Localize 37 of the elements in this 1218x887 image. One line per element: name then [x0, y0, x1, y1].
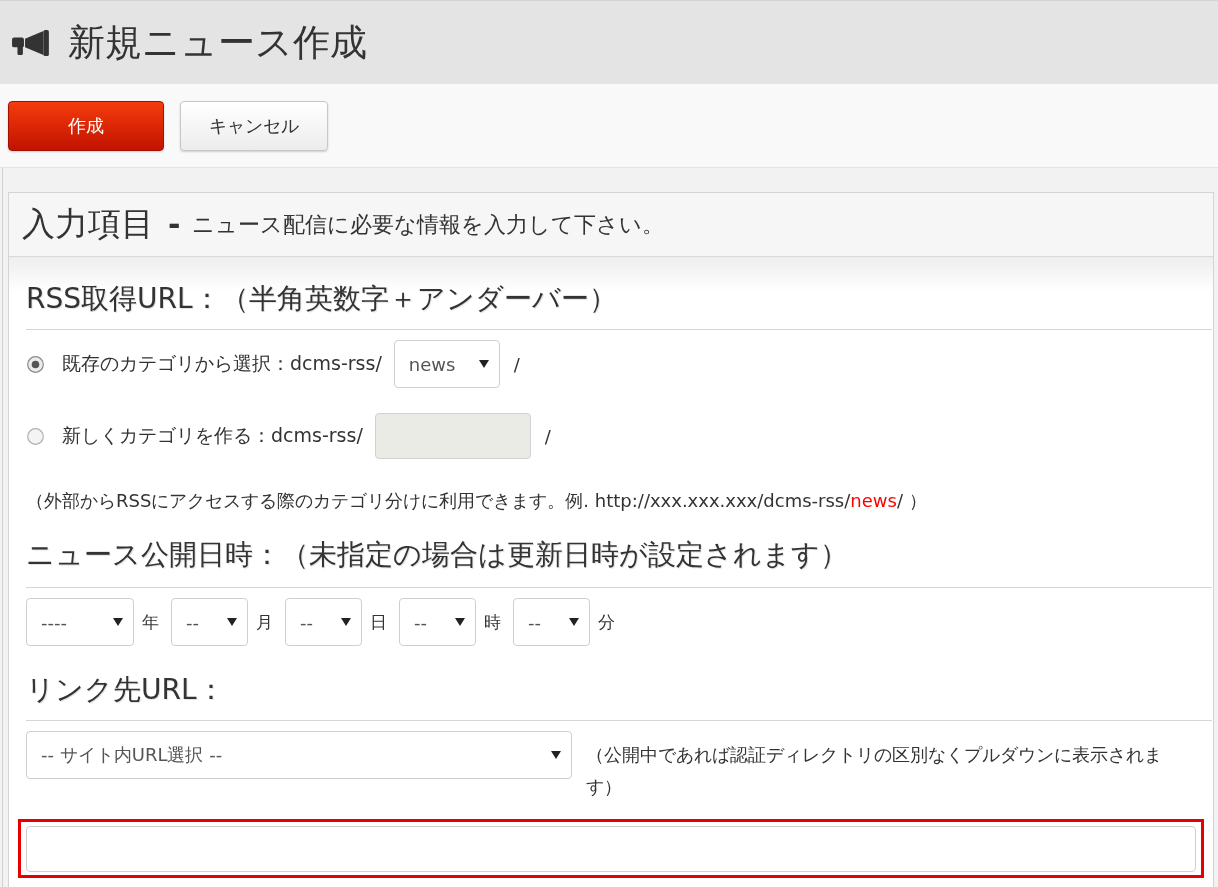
section-heading: ニュース公開日時：（未指定の場合は更新日時が設定されます）	[26, 513, 1212, 588]
create-button[interactable]: 作成	[8, 100, 164, 151]
caret-icon	[341, 618, 351, 626]
unit-label: 日	[370, 610, 387, 634]
radio-button[interactable]	[27, 355, 44, 373]
caret-icon	[113, 618, 123, 626]
url-input[interactable]	[26, 826, 1196, 872]
caret-icon	[455, 618, 465, 626]
section-heading: RSS取得URL：（半角英数字＋アンダーバー）	[26, 257, 1212, 330]
dropdown[interactable]: -- サイト内URL選択 --	[26, 731, 572, 779]
page-title: 新規ニュース作成	[68, 19, 367, 66]
caret-icon	[551, 751, 561, 759]
path-suffix: /	[513, 353, 520, 375]
dropdown[interactable]: --	[171, 598, 248, 646]
unit-label: 年	[142, 610, 159, 634]
title-separator: -	[168, 207, 181, 242]
section-heading: リンク先URL：	[26, 646, 1212, 721]
unit-label: 月	[256, 610, 273, 634]
caret-icon	[478, 360, 489, 368]
radio-label: 既存のカテゴリから選択：dcms-rss/	[62, 351, 382, 376]
dropdown[interactable]: ----	[26, 598, 134, 646]
dropdown[interactable]: --	[285, 598, 362, 646]
megaphone-icon	[12, 29, 50, 56]
path-suffix: /	[544, 425, 551, 447]
unit-label: 時	[484, 610, 501, 634]
dropdown[interactable]: --	[513, 598, 590, 646]
dropdown[interactable]: --	[399, 598, 476, 646]
caret-icon	[569, 618, 579, 626]
cancel-button[interactable]: キャンセル	[180, 100, 328, 151]
caret-icon	[227, 618, 237, 626]
help-text: （公開中であれば認証ディレクトリの区別なくプルダウンに表示されます）	[586, 743, 1163, 799]
radio-label: 新しくカテゴリを作る：dcms-rss/	[62, 423, 363, 448]
dropdown[interactable]: news	[393, 340, 500, 388]
unit-label: 分	[598, 610, 615, 634]
help-text: （外部からRSSにアクセスする際のカテゴリ分けに利用できます。例. http://xxx.xxx.xxx/dcms-rss/news/ ）	[26, 489, 928, 513]
panel-subtitle: ニュース配信に必要な情報を入力して下さい。	[192, 210, 665, 239]
panel-title: 入力項目	[22, 203, 154, 245]
